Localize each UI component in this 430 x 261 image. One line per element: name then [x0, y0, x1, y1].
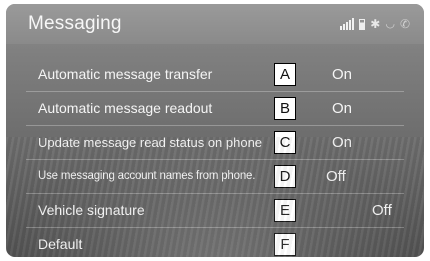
page-title: Messaging [28, 13, 122, 34]
status-bar: ✱ ◡ ✆ [340, 16, 410, 30]
setting-value: Off [326, 168, 346, 185]
phone-icon: ✆ [399, 17, 410, 31]
setting-label: Automatic message transfer [38, 66, 213, 82]
bluetooth-icon: ✱ [370, 17, 381, 31]
header-bar: Messaging ✱ ◡ ✆ [6, 4, 424, 44]
setting-row-update-read-status[interactable]: Update message read status on phone C On [26, 126, 404, 160]
setting-value: On [332, 66, 353, 83]
setting-label: Update message read status on phone [38, 135, 263, 150]
callout-marker: E [274, 199, 296, 222]
callout-marker: A [274, 63, 296, 86]
messaging-screen: Messaging ✱ ◡ ✆ Automatic message transf… [6, 4, 424, 257]
setting-row-automatic-message-transfer[interactable]: Automatic message transfer A On [26, 58, 404, 92]
setting-label: Vehicle signature [38, 202, 145, 218]
setting-label: Use messaging account names from phone. [38, 170, 256, 182]
setting-label: Automatic message readout [38, 100, 213, 116]
callout-marker: F [274, 233, 296, 256]
callout-marker: B [274, 97, 296, 120]
callout-marker: D [274, 165, 296, 188]
setting-label: Default [38, 236, 83, 252]
setting-value: On [332, 134, 353, 151]
signal-icon [340, 18, 355, 30]
setting-row-use-account-names[interactable]: Use messaging account names from phone. … [26, 160, 404, 194]
setting-row-vehicle-signature[interactable]: Vehicle signature E Off [26, 194, 404, 228]
battery-icon [359, 19, 366, 30]
setting-row-automatic-message-readout[interactable]: Automatic message readout B On [26, 92, 404, 126]
callout-marker: C [274, 131, 296, 154]
settings-list: Automatic message transfer A On Automati… [26, 58, 404, 257]
setting-value: On [332, 100, 353, 117]
setting-value: Off [372, 202, 392, 219]
setting-row-default[interactable]: Default F [26, 228, 404, 257]
wifi-icon: ◡ [385, 18, 395, 30]
